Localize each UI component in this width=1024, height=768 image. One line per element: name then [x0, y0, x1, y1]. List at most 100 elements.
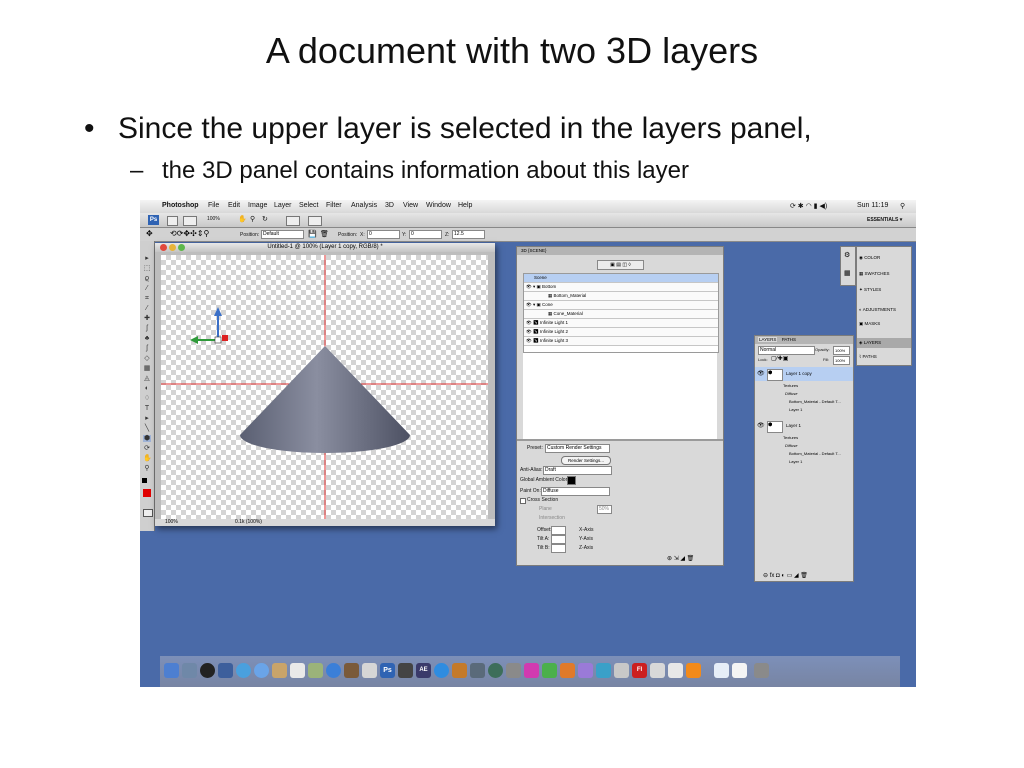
layer-textures[interactable]: Textures	[783, 383, 798, 388]
tilt-b-field[interactable]	[551, 544, 566, 553]
3d-axis-widget[interactable]	[190, 307, 228, 344]
trash-icon[interactable]	[754, 663, 769, 678]
info-icon[interactable]: ▦	[844, 269, 851, 277]
flash-icon[interactable]: Fl	[632, 663, 647, 678]
menu-analysis[interactable]: Analysis	[351, 202, 377, 209]
firefox-icon[interactable]	[434, 663, 449, 678]
dock-adjustments[interactable]: ◐ ADJUSTMENTS	[859, 307, 896, 312]
brush-tool-icon[interactable]: ʃ	[143, 325, 151, 332]
scene-row[interactable]: Scene	[524, 274, 718, 283]
lock-icons[interactable]: ▢⁄✚▣	[771, 355, 788, 362]
tilt-a-field[interactable]	[551, 535, 566, 544]
x-field[interactable]: 0	[367, 230, 400, 239]
dodge-tool-icon[interactable]: ◐	[143, 385, 151, 392]
menu-window[interactable]: Window	[426, 202, 451, 209]
3d-object-tool-icon[interactable]: ⬢	[143, 435, 151, 442]
material-row-bottom[interactable]: ▦ Bottom_Material	[524, 292, 718, 301]
documents-icon[interactable]	[732, 663, 747, 678]
tool-preset-icon[interactable]: ✥	[146, 229, 153, 238]
spotlight-icon[interactable]: ⚲	[900, 202, 905, 210]
app-icon[interactable]	[650, 663, 665, 678]
dock-layers[interactable]: ◈ LAYERS	[857, 338, 911, 348]
time-machine-icon[interactable]	[200, 663, 215, 678]
3d-panel-divider[interactable]	[517, 439, 723, 441]
utility-icon[interactable]	[362, 663, 377, 678]
history-brush-icon[interactable]: ʃ	[143, 345, 151, 352]
garageband-icon[interactable]	[452, 663, 467, 678]
preset-select[interactable]: Custom Render Settings	[545, 444, 610, 453]
magic-wand-icon[interactable]: ⁄	[143, 285, 151, 292]
save-view-icon[interactable]: 💾	[308, 230, 317, 238]
dock-color[interactable]: ◉ COLOR	[859, 255, 880, 261]
light-row-3[interactable]: 👁 ↘ Infinite Light 3	[524, 337, 718, 346]
delete-view-icon[interactable]: 🗑	[320, 230, 329, 238]
material-row-cone[interactable]: ▦ Cone_Material	[524, 310, 718, 319]
crop-tool-icon[interactable]: ⌗	[143, 295, 151, 302]
preview-icon[interactable]	[308, 663, 323, 678]
itunes-icon[interactable]	[326, 663, 341, 678]
visibility-eye-icon[interactable]: 👁	[757, 422, 765, 429]
rotate-view-icon[interactable]: ↻	[262, 215, 268, 223]
eyedropper-icon[interactable]: ⁄	[143, 305, 151, 312]
menu-edit[interactable]: Edit	[228, 202, 240, 209]
menu-layer[interactable]: Layer	[274, 202, 292, 209]
pen-tool-icon[interactable]: ♢	[143, 395, 151, 402]
menu-help[interactable]: Help	[458, 202, 472, 209]
healing-brush-icon[interactable]: ✚	[143, 315, 151, 322]
finder-icon[interactable]	[164, 663, 179, 678]
y-field[interactable]: 0	[409, 230, 442, 239]
antialias-select[interactable]: Draft	[543, 466, 612, 475]
3d-panel-tab[interactable]: 3D {SCENE}	[521, 248, 547, 253]
z-axis-label[interactable]: Z-Axis	[579, 545, 593, 551]
layer-row-selected[interactable]: 👁 ⬢ Layer 1 copy	[755, 367, 853, 381]
z-field[interactable]: 12.5	[452, 230, 485, 239]
tab-paths[interactable]: PATHS	[782, 337, 796, 342]
downloads-icon[interactable]	[714, 663, 729, 678]
app-icon[interactable]	[578, 663, 593, 678]
arrange-documents-icon[interactable]	[286, 216, 300, 226]
dock-masks[interactable]: ▣ MASKS	[859, 321, 880, 327]
tab-layers[interactable]: LAYERS	[758, 337, 778, 342]
menu-3d[interactable]: 3D	[385, 202, 394, 209]
layer-sub[interactable]: Layer 1	[789, 407, 802, 412]
quick-mask-icon[interactable]	[143, 509, 153, 517]
stamp-tool-icon[interactable]: ♣	[143, 335, 151, 342]
blur-tool-icon[interactable]: ◬	[143, 375, 151, 382]
photoshop-icon[interactable]: Ps	[380, 663, 395, 678]
app-icon[interactable]	[542, 663, 557, 678]
workspace-switcher[interactable]: ESSENTIALS ▾	[867, 217, 902, 223]
fill-field[interactable]: 100%	[833, 356, 850, 365]
app-icon[interactable]	[668, 663, 683, 678]
canvas[interactable]	[161, 255, 488, 519]
visibility-eye-icon[interactable]: 👁	[757, 370, 765, 377]
marquee-tool-icon[interactable]: ⬚	[143, 265, 151, 272]
ambient-color-swatch[interactable]	[567, 476, 576, 485]
eraser-tool-icon[interactable]: ◇	[143, 355, 151, 362]
hand-tool-icon[interactable]: ✋	[238, 215, 247, 223]
menu-filter[interactable]: Filter	[326, 202, 342, 209]
app-menu[interactable]: Photoshop	[162, 202, 199, 209]
3d-rotate-tools-icon[interactable]: ⟲⟳✥✣⇕⚲	[170, 229, 209, 238]
menu-select[interactable]: Select	[299, 202, 318, 209]
menu-file[interactable]: File	[208, 202, 219, 209]
shape-tool-icon[interactable]: ╲	[143, 425, 151, 432]
safari-icon[interactable]	[236, 663, 251, 678]
address-book-icon[interactable]	[272, 663, 287, 678]
light-row-1[interactable]: 👁 ↘ Infinite Light 1	[524, 319, 718, 328]
dock-swatches[interactable]: ▦ SWATCHES	[859, 271, 890, 277]
layer-material[interactable]: Bottom_Material - Default T...	[789, 451, 841, 456]
dashboard-icon[interactable]	[182, 663, 197, 678]
app-icon[interactable]	[488, 663, 503, 678]
zoom-icon[interactable]: ⚲	[143, 465, 151, 472]
layer-sub[interactable]: Layer 1	[789, 459, 802, 464]
app-icon[interactable]	[596, 663, 611, 678]
bridge-icon[interactable]	[167, 216, 178, 226]
navigator-icon[interactable]: ⚙	[844, 251, 850, 259]
view-extras-icon[interactable]	[183, 216, 197, 226]
layer-textures[interactable]: Textures	[783, 435, 798, 440]
position-select[interactable]: Default	[261, 230, 304, 239]
cross-section-checkbox[interactable]	[520, 498, 526, 504]
y-axis-label[interactable]: Y-Axis	[579, 536, 593, 542]
ichat-icon[interactable]	[254, 663, 269, 678]
3d-camera-tool-icon[interactable]: ⟳	[143, 445, 151, 452]
